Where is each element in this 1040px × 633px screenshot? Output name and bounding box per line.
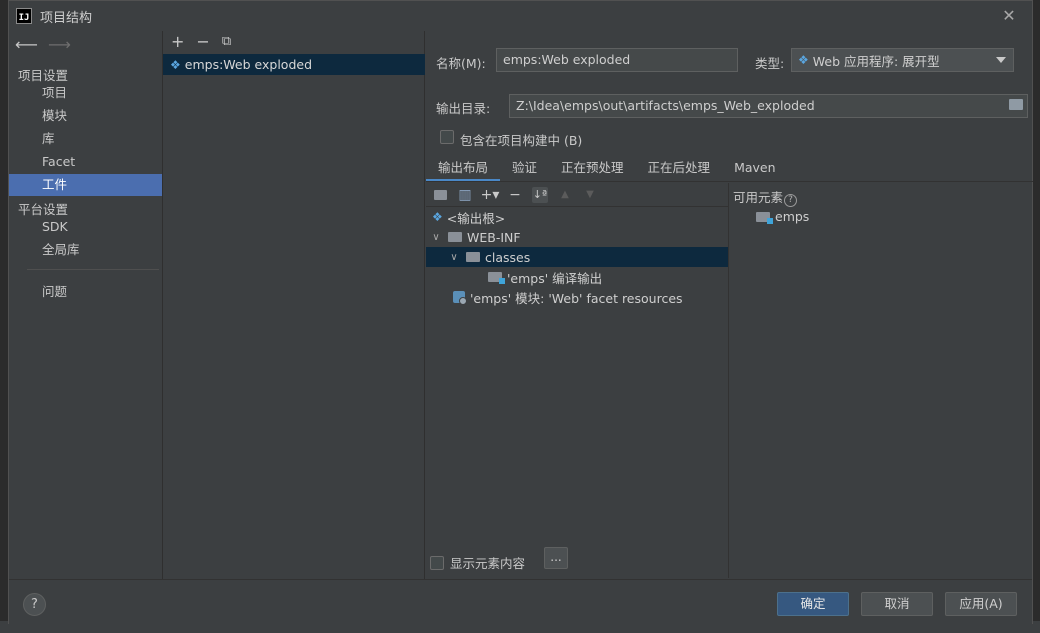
chevron-down-icon xyxy=(996,57,1006,63)
show-content-checkbox[interactable] xyxy=(430,555,444,570)
type-value: Web 应用程序: 展开型 xyxy=(812,53,940,69)
tab-validation[interactable]: 验证 xyxy=(500,156,549,182)
chevron-down-icon[interactable]: ∨ xyxy=(448,252,460,263)
tree-row-classes[interactable]: ∨ classes xyxy=(426,247,728,267)
show-content-label: 显示元素内容 xyxy=(450,556,526,571)
copy-artifact-icon[interactable]: ⧉ xyxy=(222,34,231,50)
module-icon xyxy=(756,211,773,224)
nav-divider xyxy=(27,269,159,270)
web-app-icon: ❖ xyxy=(798,53,809,67)
include-in-build-label: 包含在项目构建中 (B) xyxy=(460,133,583,148)
artifact-list-item[interactable]: ❖ emps:Web exploded xyxy=(163,54,425,75)
tree-row-compile-output[interactable]: 'emps' 编译输出 xyxy=(426,267,728,287)
module-output-icon xyxy=(488,272,505,284)
available-elements-label: 可用元素 xyxy=(733,190,784,205)
intellij-app-icon: IJ xyxy=(16,8,32,24)
tab-post-processing[interactable]: 正在后处理 xyxy=(636,156,723,182)
help-button[interactable]: ? xyxy=(23,593,46,616)
move-down-icon[interactable]: ▼ xyxy=(582,187,598,203)
sort-elements-icon[interactable]: ↓ª xyxy=(532,186,548,203)
folder-icon xyxy=(448,232,462,242)
include-in-build-checkbox[interactable] xyxy=(440,130,454,144)
tree-row-web-inf[interactable]: ∨ WEB-INF xyxy=(426,227,728,247)
tree-row-output-root[interactable]: ❖ <输出根> xyxy=(426,207,728,227)
nav-item-facets[interactable]: Facet xyxy=(9,151,162,173)
tree-label: WEB-INF xyxy=(467,229,521,245)
available-elements-heading: 可用元素? xyxy=(733,187,798,207)
title-bar: IJ 项目结构 ✕ xyxy=(9,1,1032,31)
add-artifact-icon[interactable]: + xyxy=(171,34,184,50)
cancel-button[interactable]: 取消 xyxy=(861,592,933,616)
output-layout-tree: ❖ <输出根> ∨ WEB-INF ∨ classes 'emps' 编译输出 … xyxy=(426,207,728,307)
tab-output-layout[interactable]: 输出布局 xyxy=(426,156,501,182)
web-artifact-icon: ❖ xyxy=(170,57,181,72)
close-icon[interactable]: ✕ xyxy=(1000,7,1018,25)
output-directory-value: Z:\Idea\emps\out\artifacts\emps_Web_expl… xyxy=(516,98,815,113)
forward-arrow-icon[interactable]: ⟶ xyxy=(48,35,71,54)
name-label: 名称(M): xyxy=(436,56,486,71)
more-options-button[interactable]: ... xyxy=(544,547,568,569)
type-dropdown[interactable]: ❖ Web 应用程序: 展开型 xyxy=(791,48,1014,72)
output-directory-label: 输出目录: xyxy=(436,101,491,116)
remove-artifact-icon[interactable]: − xyxy=(196,34,209,50)
available-element-label: emps xyxy=(775,209,810,224)
show-content-row: 显示元素内容 xyxy=(430,553,525,572)
tree-label: 'emps' 编译输出 xyxy=(507,270,603,286)
nav-item-libraries[interactable]: 库 xyxy=(9,128,162,150)
folder-icon xyxy=(466,252,480,262)
dialog-footer: ? 确定 取消 应用(A) xyxy=(9,579,1032,625)
project-structure-dialog: IJ 项目结构 ✕ ⟵ ⟶ 项目设置 项目 模块 库 Facet 工件 平台设置… xyxy=(8,0,1033,625)
artifact-name: emps:Web exploded xyxy=(184,57,312,72)
chevron-down-icon[interactable]: ∨ xyxy=(430,232,442,243)
settings-tabs: 输出布局 验证 正在预处理 正在后处理 Maven xyxy=(426,156,1033,182)
ok-button[interactable]: 确定 xyxy=(777,592,849,616)
browse-folder-icon[interactable] xyxy=(1009,99,1023,110)
create-directory-icon[interactable] xyxy=(432,187,448,203)
settings-navigation: ⟵ ⟶ 项目设置 项目 模块 库 Facet 工件 平台设置 SDK 全局库 问… xyxy=(9,31,162,579)
tab-pre-processing[interactable]: 正在预处理 xyxy=(549,156,636,182)
name-input[interactable]: emps:Web exploded xyxy=(496,48,738,72)
nav-item-project[interactable]: 项目 xyxy=(9,82,162,104)
tree-label: <输出根> xyxy=(446,210,506,226)
nav-item-modules[interactable]: 模块 xyxy=(9,105,162,127)
back-arrow-icon[interactable]: ⟵ xyxy=(15,35,38,54)
nav-item-artifacts[interactable]: 工件 xyxy=(9,174,162,196)
move-up-icon[interactable]: ▲ xyxy=(557,187,573,203)
tree-row-facet-resources[interactable]: 'emps' 模块: 'Web' facet resources xyxy=(426,287,728,307)
nav-item-problems[interactable]: 问题 xyxy=(9,281,162,303)
add-copy-of-icon[interactable]: +▾ xyxy=(481,187,500,203)
tree-label: classes xyxy=(485,249,531,265)
create-archive-icon[interactable]: ▥ xyxy=(457,187,473,203)
background-ide-right xyxy=(1032,0,1040,633)
web-facet-icon xyxy=(453,291,467,305)
nav-item-sdk[interactable]: SDK xyxy=(9,216,162,238)
artifacts-list-panel: + − ⧉ ❖ emps:Web exploded xyxy=(162,31,425,579)
output-directory-input[interactable]: Z:\Idea\emps\out\artifacts\emps_Web_expl… xyxy=(509,94,1028,118)
tab-maven[interactable]: Maven xyxy=(722,156,787,182)
output-layout-toolbar: ▥ +▾ − ↓ª ▲ ▼ xyxy=(426,183,728,207)
apply-button[interactable]: 应用(A) xyxy=(945,592,1017,616)
help-icon[interactable]: ? xyxy=(784,194,798,207)
tree-label: 'emps' 模块: 'Web' facet resources xyxy=(470,290,683,306)
nav-item-global-libraries[interactable]: 全局库 xyxy=(9,239,162,261)
remove-element-icon[interactable]: − xyxy=(507,187,523,203)
tabs-divider xyxy=(426,181,1033,182)
type-label: 类型: xyxy=(755,56,785,71)
window-title: 项目结构 xyxy=(40,10,93,26)
nav-arrows: ⟵ ⟶ xyxy=(15,35,71,54)
artifacts-toolbar: + − ⧉ xyxy=(163,31,424,53)
artifact-settings-panel: 名称(M): emps:Web exploded 类型: ❖ Web 应用程序:… xyxy=(426,31,1033,579)
output-root-icon: ❖ xyxy=(432,210,443,224)
available-elements-panel: 可用元素? emps xyxy=(728,183,1033,578)
available-element-item[interactable]: emps xyxy=(756,209,809,224)
